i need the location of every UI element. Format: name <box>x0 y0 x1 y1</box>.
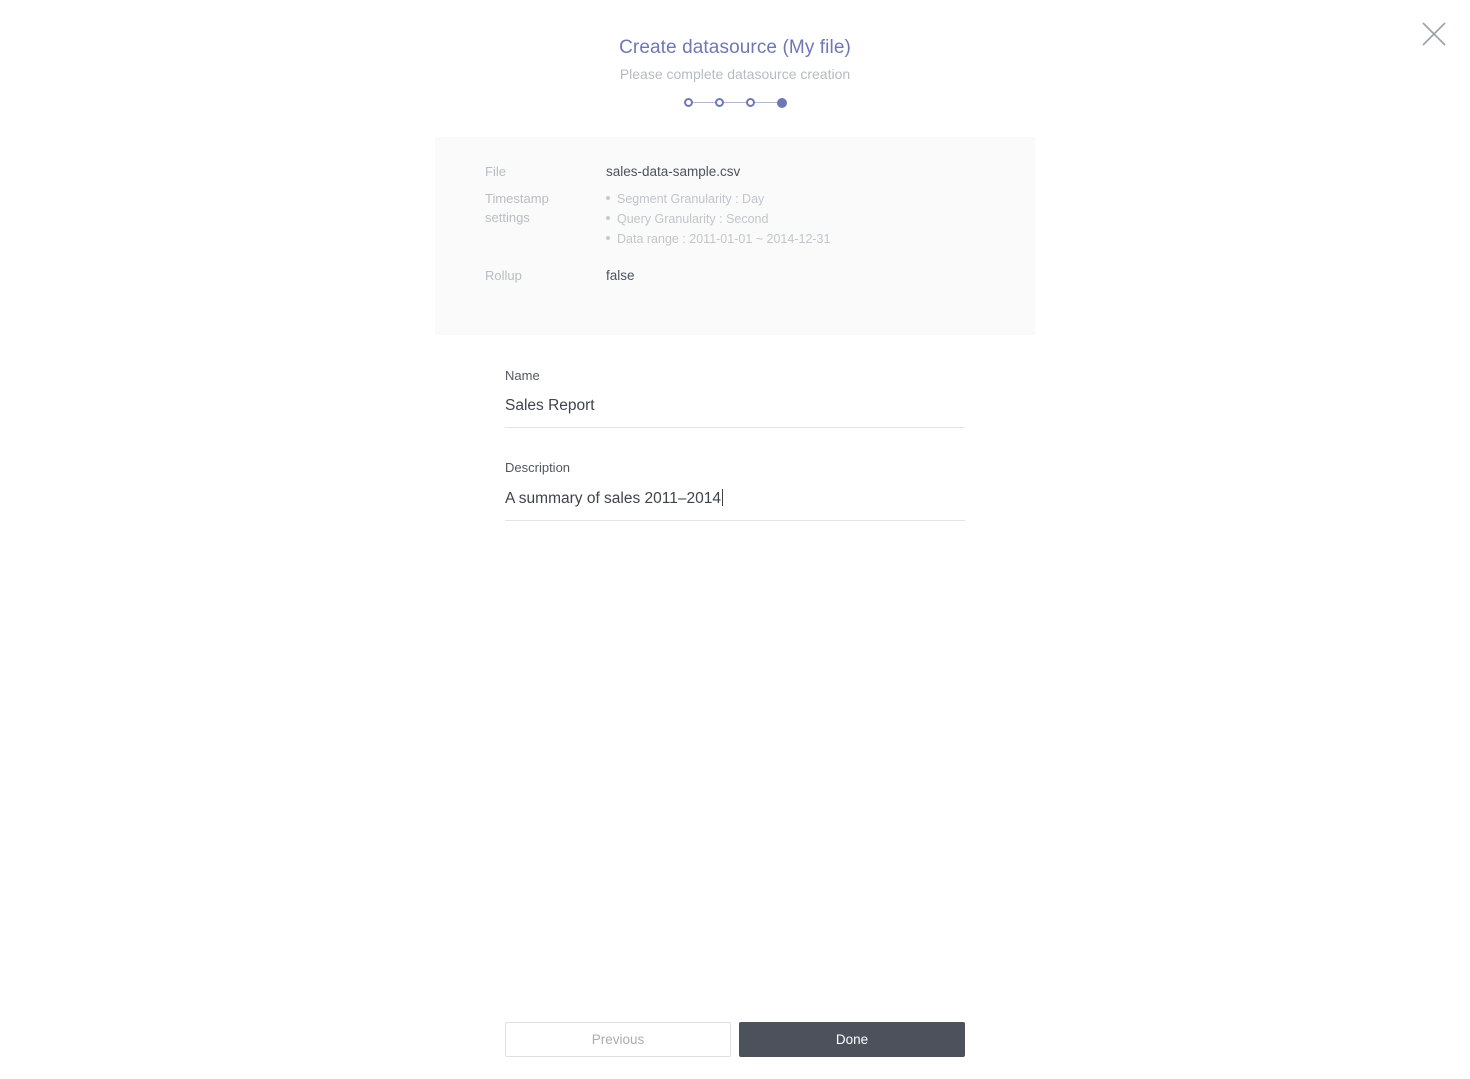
name-input[interactable] <box>505 397 965 428</box>
timestamp-bullet-label: Segment Granularity : Day <box>617 192 765 206</box>
step-connector-1 <box>692 102 715 104</box>
summary-label-timestamp-settings: Timestamp settings <box>485 191 549 225</box>
text-cursor <box>721 489 723 506</box>
previous-button[interactable]: Previous <box>505 1022 731 1057</box>
step-indicator <box>0 97 1470 108</box>
timestamp-bullet-data-range: Data range : 2011-01-01 ~ 2014-12-31 <box>606 229 830 249</box>
timestamp-bullet-query-granularity: Query Granularity : Second <box>606 209 830 229</box>
step-dot-1[interactable] <box>683 98 693 108</box>
description-label: Description <box>505 460 571 475</box>
summary-value-file: sales-data-sample.csv <box>606 164 741 179</box>
field-description: Description A summary of sales 2011–2014 <box>505 460 965 521</box>
name-label: Name <box>505 368 540 383</box>
bullet-icon <box>606 236 610 240</box>
wizard-footer: Previous Done <box>505 1022 965 1057</box>
description-input-text: A summary of sales 2011–2014 <box>505 490 721 507</box>
bullet-icon <box>606 216 610 220</box>
close-icon <box>1421 21 1447 47</box>
datasource-form: Name Description A summary of sales 2011… <box>505 368 965 553</box>
step-connector-2 <box>723 102 746 104</box>
summary-value-rollup: false <box>606 268 635 283</box>
summary-label-rollup: Rollup <box>485 268 522 283</box>
field-name: Name <box>505 368 965 428</box>
timestamp-bullet-label: Query Granularity : Second <box>617 212 769 226</box>
step-dot-3[interactable] <box>745 98 755 108</box>
summary-row-file: File sales-data-sample.csv <box>435 162 1035 181</box>
done-button[interactable]: Done <box>739 1022 965 1057</box>
description-input[interactable]: A summary of sales 2011–2014 <box>505 489 965 521</box>
page-title: Create datasource (My file) <box>619 37 851 58</box>
summary-label-file: File <box>485 164 506 179</box>
bullet-icon <box>606 196 610 200</box>
summary-row-timestamp-settings: Timestamp settings Segment Granularity :… <box>435 189 1035 249</box>
timestamp-bullet-segment-granularity: Segment Granularity : Day <box>606 189 830 209</box>
datasource-summary-panel: File sales-data-sample.csv Timestamp set… <box>435 137 1035 335</box>
step-dot-2[interactable] <box>714 98 724 108</box>
close-button[interactable] <box>1412 12 1456 56</box>
summary-row-rollup: Rollup false <box>435 266 1035 285</box>
page-subtitle: Please complete datasource creation <box>619 65 851 82</box>
timestamp-bullet-label: Data range : 2011-01-01 ~ 2014-12-31 <box>617 232 831 246</box>
step-connector-3 <box>754 102 777 104</box>
summary-value-timestamp-settings: Segment Granularity : Day Query Granular… <box>606 189 830 249</box>
wizard-header: Create datasource (My file) Please compl… <box>0 0 1470 108</box>
step-dot-4[interactable] <box>776 97 787 108</box>
